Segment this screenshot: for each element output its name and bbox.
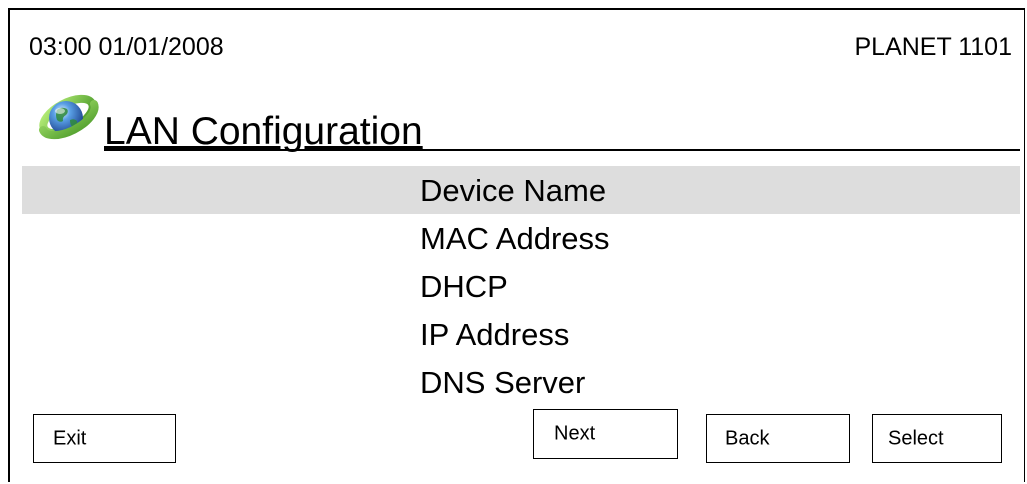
menu-item-label: Device Name: [420, 173, 607, 208]
select-button-label: Select: [888, 427, 944, 449]
menu-item-label: DNS Server: [420, 365, 586, 400]
menu-item-dhcp[interactable]: DHCP: [22, 262, 1020, 310]
menu-item-device-name[interactable]: Device Name: [22, 166, 1020, 214]
select-button[interactable]: Select: [872, 414, 1002, 463]
menu-item-label: IP Address: [420, 317, 570, 352]
lan-config-menu: Device Name MAC Address DHCP IP Address …: [22, 166, 1020, 406]
menu-item-dns-server[interactable]: DNS Server: [22, 358, 1020, 406]
exit-button-label: Exit: [53, 427, 87, 449]
title-divider: [104, 149, 1020, 151]
menu-item-label: DHCP: [420, 269, 508, 304]
menu-item-ip-address[interactable]: IP Address: [22, 310, 1020, 358]
globe-icon: [36, 92, 100, 144]
status-device-name: PLANET 1101: [854, 33, 1012, 61]
next-button-label: Next: [554, 422, 596, 445]
exit-button[interactable]: Exit: [33, 414, 176, 463]
back-button[interactable]: Back: [706, 414, 850, 463]
menu-item-label: MAC Address: [420, 221, 610, 256]
status-datetime: 03:00 01/01/2008: [29, 33, 224, 61]
next-button[interactable]: Next: [533, 409, 678, 459]
menu-item-mac-address[interactable]: MAC Address: [22, 214, 1020, 262]
page-title: LAN Configuration: [104, 110, 423, 153]
back-button-label: Back: [725, 427, 770, 449]
